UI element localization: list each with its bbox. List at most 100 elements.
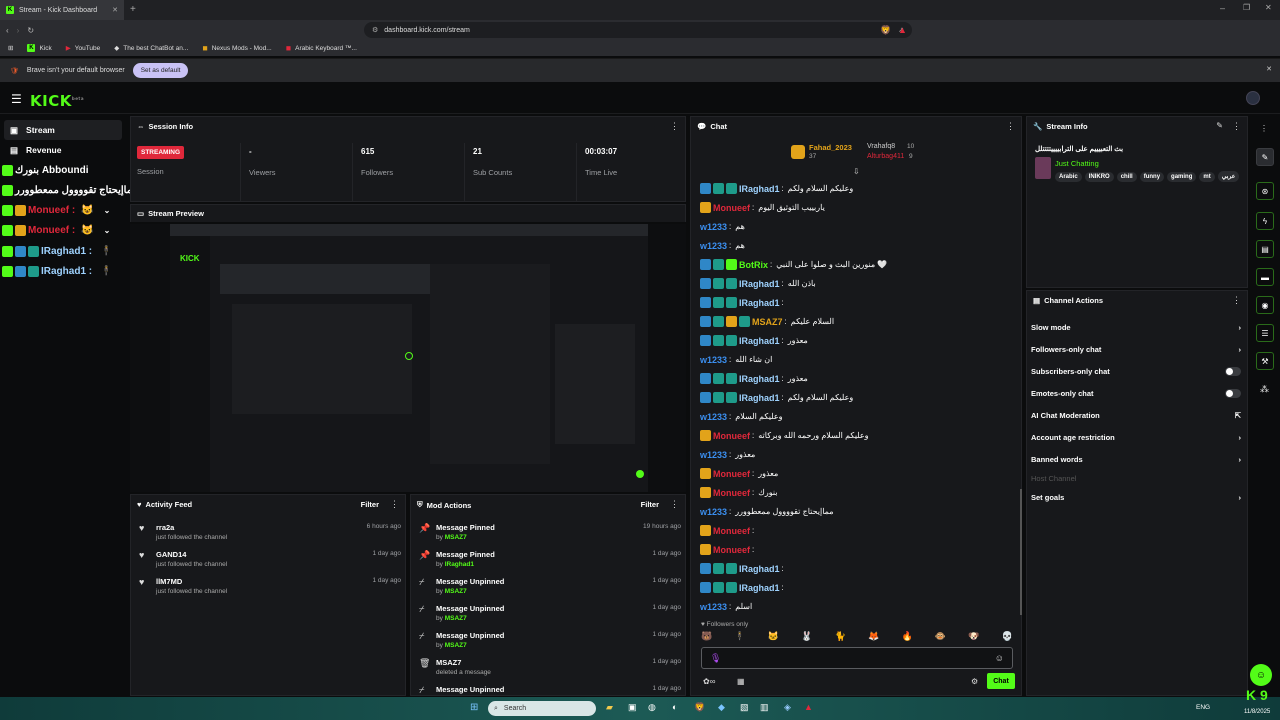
chat-username[interactable]: IRaghad1	[739, 336, 780, 346]
chat-username[interactable]: w1233	[700, 602, 727, 612]
sidebar-item-stream[interactable]: ▣ Stream	[4, 120, 122, 140]
emote-icon[interactable]: 🐱	[768, 631, 779, 645]
sidebar-item-revenue[interactable]: ▤ Revenue	[4, 140, 122, 160]
steam-icon[interactable]: ◍	[648, 702, 656, 713]
taskbar-app-icon[interactable]: ◐	[672, 702, 677, 712]
restore-icon[interactable]: ❐	[1243, 3, 1250, 12]
back-icon[interactable]: ‹	[6, 26, 9, 35]
chat-username[interactable]: w1233	[700, 355, 727, 365]
mod-filter-button[interactable]: Filter	[641, 500, 659, 509]
settings-icon[interactable]: ⚙	[971, 677, 978, 686]
address-bar[interactable]: ⚙ dashboard.kick.com/stream ↗	[364, 22, 912, 38]
share-nodes-icon[interactable]: ⁂	[1260, 384, 1269, 395]
site-settings-icon[interactable]: ⚙	[372, 26, 378, 34]
close-tab-icon[interactable]: ✕	[112, 6, 118, 14]
brave-shields-icon[interactable]: 🦁	[880, 25, 891, 36]
brave-taskbar-icon[interactable]: 🦁	[694, 702, 705, 713]
chat-username[interactable]: IRaghad1	[739, 564, 780, 574]
emote-icon[interactable]: 🐵	[935, 631, 946, 645]
taskbar-app-icon[interactable]: ▣	[628, 702, 637, 713]
emote-icon[interactable]: 🐶	[968, 631, 979, 645]
emote-icon[interactable]: 🐈	[835, 631, 846, 645]
chat-username[interactable]: Monueef	[713, 469, 750, 479]
bookmark-nexus-mods[interactable]: ◼ Nexus Mods - Mod...	[202, 44, 271, 53]
emote-icon[interactable]: 🕴	[734, 631, 745, 645]
avatar[interactable]	[1246, 91, 1260, 105]
followers-only-item[interactable]: Followers-only chat ›	[1031, 338, 1241, 360]
tool-button[interactable]: ◉	[1256, 296, 1274, 314]
chat-menu-icon[interactable]: ⋮	[1006, 121, 1015, 132]
chat-username[interactable]: w1233	[700, 412, 727, 422]
forward-icon[interactable]: ›	[17, 26, 20, 35]
emote-icon[interactable]: 🦊	[868, 631, 879, 645]
file-explorer-icon[interactable]: ▰	[606, 702, 613, 713]
chat-username[interactable]: w1233	[700, 450, 727, 460]
chat-username[interactable]: Monueef	[713, 203, 750, 213]
chat-username[interactable]: IRaghad1	[739, 374, 780, 384]
account-age-item[interactable]: Account age restriction ›	[1031, 426, 1241, 448]
set-goals-item[interactable]: Set goals ›	[1031, 486, 1241, 508]
activity-menu-icon[interactable]: ⋮	[390, 499, 399, 510]
bookmark-youtube[interactable]: ▶ YouTube	[66, 44, 101, 53]
chat-username[interactable]: w1233	[700, 241, 727, 251]
chat-username[interactable]: BotRix	[739, 260, 768, 270]
start-icon[interactable]: ⊞	[470, 702, 478, 713]
send-chat-button[interactable]: Chat	[987, 673, 1015, 689]
session-menu-icon[interactable]: ⋮	[670, 121, 679, 132]
emotes-only-toggle[interactable]	[1225, 388, 1241, 398]
gift-icon[interactable]: ✿∞	[703, 677, 715, 686]
new-tab-icon[interactable]: +	[130, 4, 136, 15]
taskbar-search[interactable]: ⌕ Search	[488, 701, 596, 716]
stream-preview-video[interactable]: KICK	[130, 224, 686, 492]
mod-menu-icon[interactable]: ⋮	[670, 499, 679, 510]
close-window-icon[interactable]: ✕	[1265, 3, 1272, 12]
pinned-icon[interactable]: ⇩	[853, 167, 860, 176]
chat-username[interactable]: IRaghad1	[739, 184, 780, 194]
minimize-icon[interactable]: –	[1220, 3, 1225, 13]
channel-actions-menu-icon[interactable]: ⋮	[1232, 295, 1241, 306]
chat-username[interactable]: Monueef	[713, 431, 750, 441]
chat-username[interactable]: IRaghad1	[739, 393, 780, 403]
more-icon[interactable]: ⋮	[1260, 124, 1268, 133]
tool-button[interactable]: ▬	[1256, 268, 1274, 286]
chat-username[interactable]: IRaghad1	[739, 279, 780, 289]
tool-button[interactable]: ☰	[1256, 324, 1274, 342]
ai-moderation-item[interactable]: AI Chat Moderation ⇱	[1031, 404, 1241, 426]
chat-scrollbar[interactable]	[1020, 489, 1022, 615]
taskbar-app-icon[interactable]: ▥	[760, 702, 769, 713]
emote-icon[interactable]: 🐻	[701, 631, 712, 645]
emoji-icon[interactable]: ☺	[995, 653, 1004, 663]
chat-username[interactable]: Monueef	[713, 545, 750, 555]
category-name[interactable]: Just Chatting	[1055, 159, 1099, 168]
taskbar-app-icon[interactable]: ▲	[804, 702, 813, 712]
bookmark-chatbot[interactable]: ◆ The best ChatBot an...	[114, 44, 188, 53]
emote-icon[interactable]: 🔥	[901, 631, 912, 645]
taskbar-app-icon[interactable]: ▧	[740, 702, 749, 713]
chat-username[interactable]: Monueef	[713, 488, 750, 498]
chat-username[interactable]: w1233	[700, 222, 727, 232]
subscribers-only-toggle[interactable]	[1225, 366, 1241, 376]
subscribers-only-item[interactable]: Subscribers-only chat	[1031, 360, 1241, 382]
tool-button[interactable]: ⊛	[1256, 182, 1274, 200]
tool-button[interactable]: ▤	[1256, 240, 1274, 258]
kick-logo[interactable]: KICKbeta	[30, 92, 84, 110]
chat-username[interactable]: IRaghad1	[739, 298, 780, 308]
brave-rewards-icon[interactable]: ▲	[898, 25, 907, 35]
apps-icon[interactable]: ⊞	[8, 44, 13, 52]
stream-info-menu-icon[interactable]: ⋮	[1232, 121, 1241, 132]
taskbar-app-icon[interactable]: ◆	[718, 702, 725, 713]
bookmark-kick[interactable]: K Kick	[27, 44, 52, 52]
bookmark-arabic-keyboard[interactable]: ◼ Arabic Keyboard ™...	[286, 44, 357, 53]
slow-mode-item[interactable]: Slow mode ›	[1031, 316, 1241, 338]
menu-icon[interactable]: ☰	[11, 92, 22, 106]
store-icon[interactable]: ▦	[737, 677, 745, 686]
browser-tab[interactable]: K Stream - Kick Dashboard ✕	[0, 0, 124, 20]
taskbar-app-icon[interactable]: ◈	[784, 702, 791, 713]
clock-date[interactable]: 11/8/2025	[1244, 709, 1270, 715]
emote-icon[interactable]: 💀	[1002, 631, 1013, 645]
emote-icon[interactable]: 🐰	[801, 631, 812, 645]
language-indicator[interactable]: ENG	[1196, 704, 1210, 711]
dismiss-notice-icon[interactable]: ✕	[1266, 65, 1272, 73]
activity-filter-button[interactable]: Filter	[361, 500, 379, 509]
chat-username[interactable]: IRaghad1	[739, 583, 780, 593]
